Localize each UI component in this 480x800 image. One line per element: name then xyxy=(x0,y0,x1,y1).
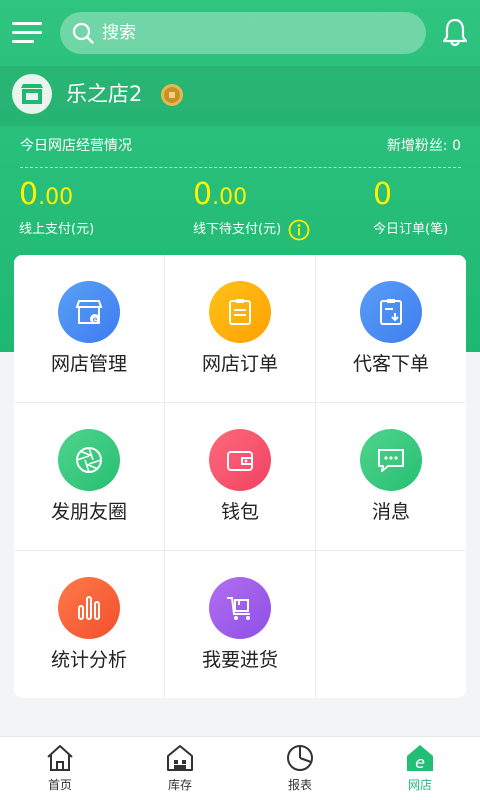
search-placeholder: 搜索 xyxy=(102,23,136,43)
tab-home[interactable]: 首页 xyxy=(0,737,120,800)
stats-bars-icon xyxy=(58,577,120,639)
grid-item-empty xyxy=(316,551,466,698)
tab-label: 首页 xyxy=(47,778,72,792)
proxy-order-icon xyxy=(360,281,422,343)
grid-item-messages[interactable]: 消息 xyxy=(316,403,466,550)
grid-item-label: 网店订单 xyxy=(201,353,278,375)
wallet-icon xyxy=(209,429,271,491)
grid-item-store-orders[interactable]: 网店订单 xyxy=(165,255,315,402)
today-orders-label: 今日订单(笔) xyxy=(373,222,449,237)
online-store-icon: e xyxy=(407,745,433,772)
tab-reports[interactable]: 报表 xyxy=(240,737,360,800)
grid-item-label: 发朋友圈 xyxy=(50,501,127,523)
top-bar: 搜索 xyxy=(0,0,480,66)
bottom-tab-bar: 首页 库存 报表 e 网店 xyxy=(0,736,480,800)
svg-text:e: e xyxy=(93,315,98,324)
divider xyxy=(20,167,461,168)
offline-pending-label: 线下待支付(元) xyxy=(193,222,282,237)
online-payment-value: 0.00 xyxy=(19,177,74,212)
tab-inventory[interactable]: 库存 xyxy=(120,737,240,800)
moments-shutter-icon xyxy=(58,429,120,491)
online-payment-label: 线上支付(元) xyxy=(19,222,95,237)
menu-icon[interactable] xyxy=(12,20,42,46)
grid-item-label: 我要进货 xyxy=(201,649,278,671)
order-clipboard-icon xyxy=(209,281,271,343)
summary-title: 今日网店经营情况 xyxy=(20,138,132,154)
grid-item-label: 钱包 xyxy=(220,501,259,523)
tab-online-store[interactable]: e 网店 xyxy=(360,737,480,800)
store-avatar xyxy=(12,74,52,114)
offline-pending-value: 0.00 xyxy=(193,177,248,212)
tab-label: 库存 xyxy=(167,778,192,792)
shop-icon xyxy=(21,84,43,104)
coin-badge-icon xyxy=(161,84,183,106)
grid-item-purchase[interactable]: 我要进货 xyxy=(165,551,315,698)
purchase-cart-icon xyxy=(209,577,271,639)
report-icon xyxy=(287,745,313,771)
today-orders-value: 0 xyxy=(373,177,393,212)
grid-item-proxy-order[interactable]: 代客下单 xyxy=(316,255,466,402)
grid-item-label: 统计分析 xyxy=(50,649,127,671)
grid-item-wallet[interactable]: 钱包 xyxy=(165,403,315,550)
home-icon xyxy=(47,745,73,771)
bell-icon[interactable] xyxy=(441,17,469,47)
new-fans-count: 新增粉丝: 0 xyxy=(386,138,461,154)
message-icon xyxy=(360,429,422,491)
tab-label: 网店 xyxy=(407,778,432,792)
grid-item-store-manage[interactable]: e 网店管理 xyxy=(14,255,164,402)
tab-label: 报表 xyxy=(287,778,312,792)
info-icon[interactable] xyxy=(288,219,310,241)
svg-text:e: e xyxy=(415,753,425,772)
grid-item-statistics[interactable]: 统计分析 xyxy=(14,551,164,698)
grid-item-label: 代客下单 xyxy=(352,353,429,375)
store-info-row[interactable]: 乐之店2 xyxy=(0,66,480,126)
feature-grid: e 网店管理 网店订单 代客下单 发朋友圈 钱包 消息 统计分析 我要进货 xyxy=(14,255,466,698)
grid-item-moments[interactable]: 发朋友圈 xyxy=(14,403,164,550)
grid-item-label: 网店管理 xyxy=(50,353,127,375)
search-icon xyxy=(72,22,94,44)
search-bar[interactable]: 搜索 xyxy=(60,12,426,54)
inventory-icon xyxy=(167,745,193,771)
store-name: 乐之店2 xyxy=(66,82,143,106)
grid-item-label: 消息 xyxy=(371,501,410,523)
store-manage-icon: e xyxy=(58,281,120,343)
